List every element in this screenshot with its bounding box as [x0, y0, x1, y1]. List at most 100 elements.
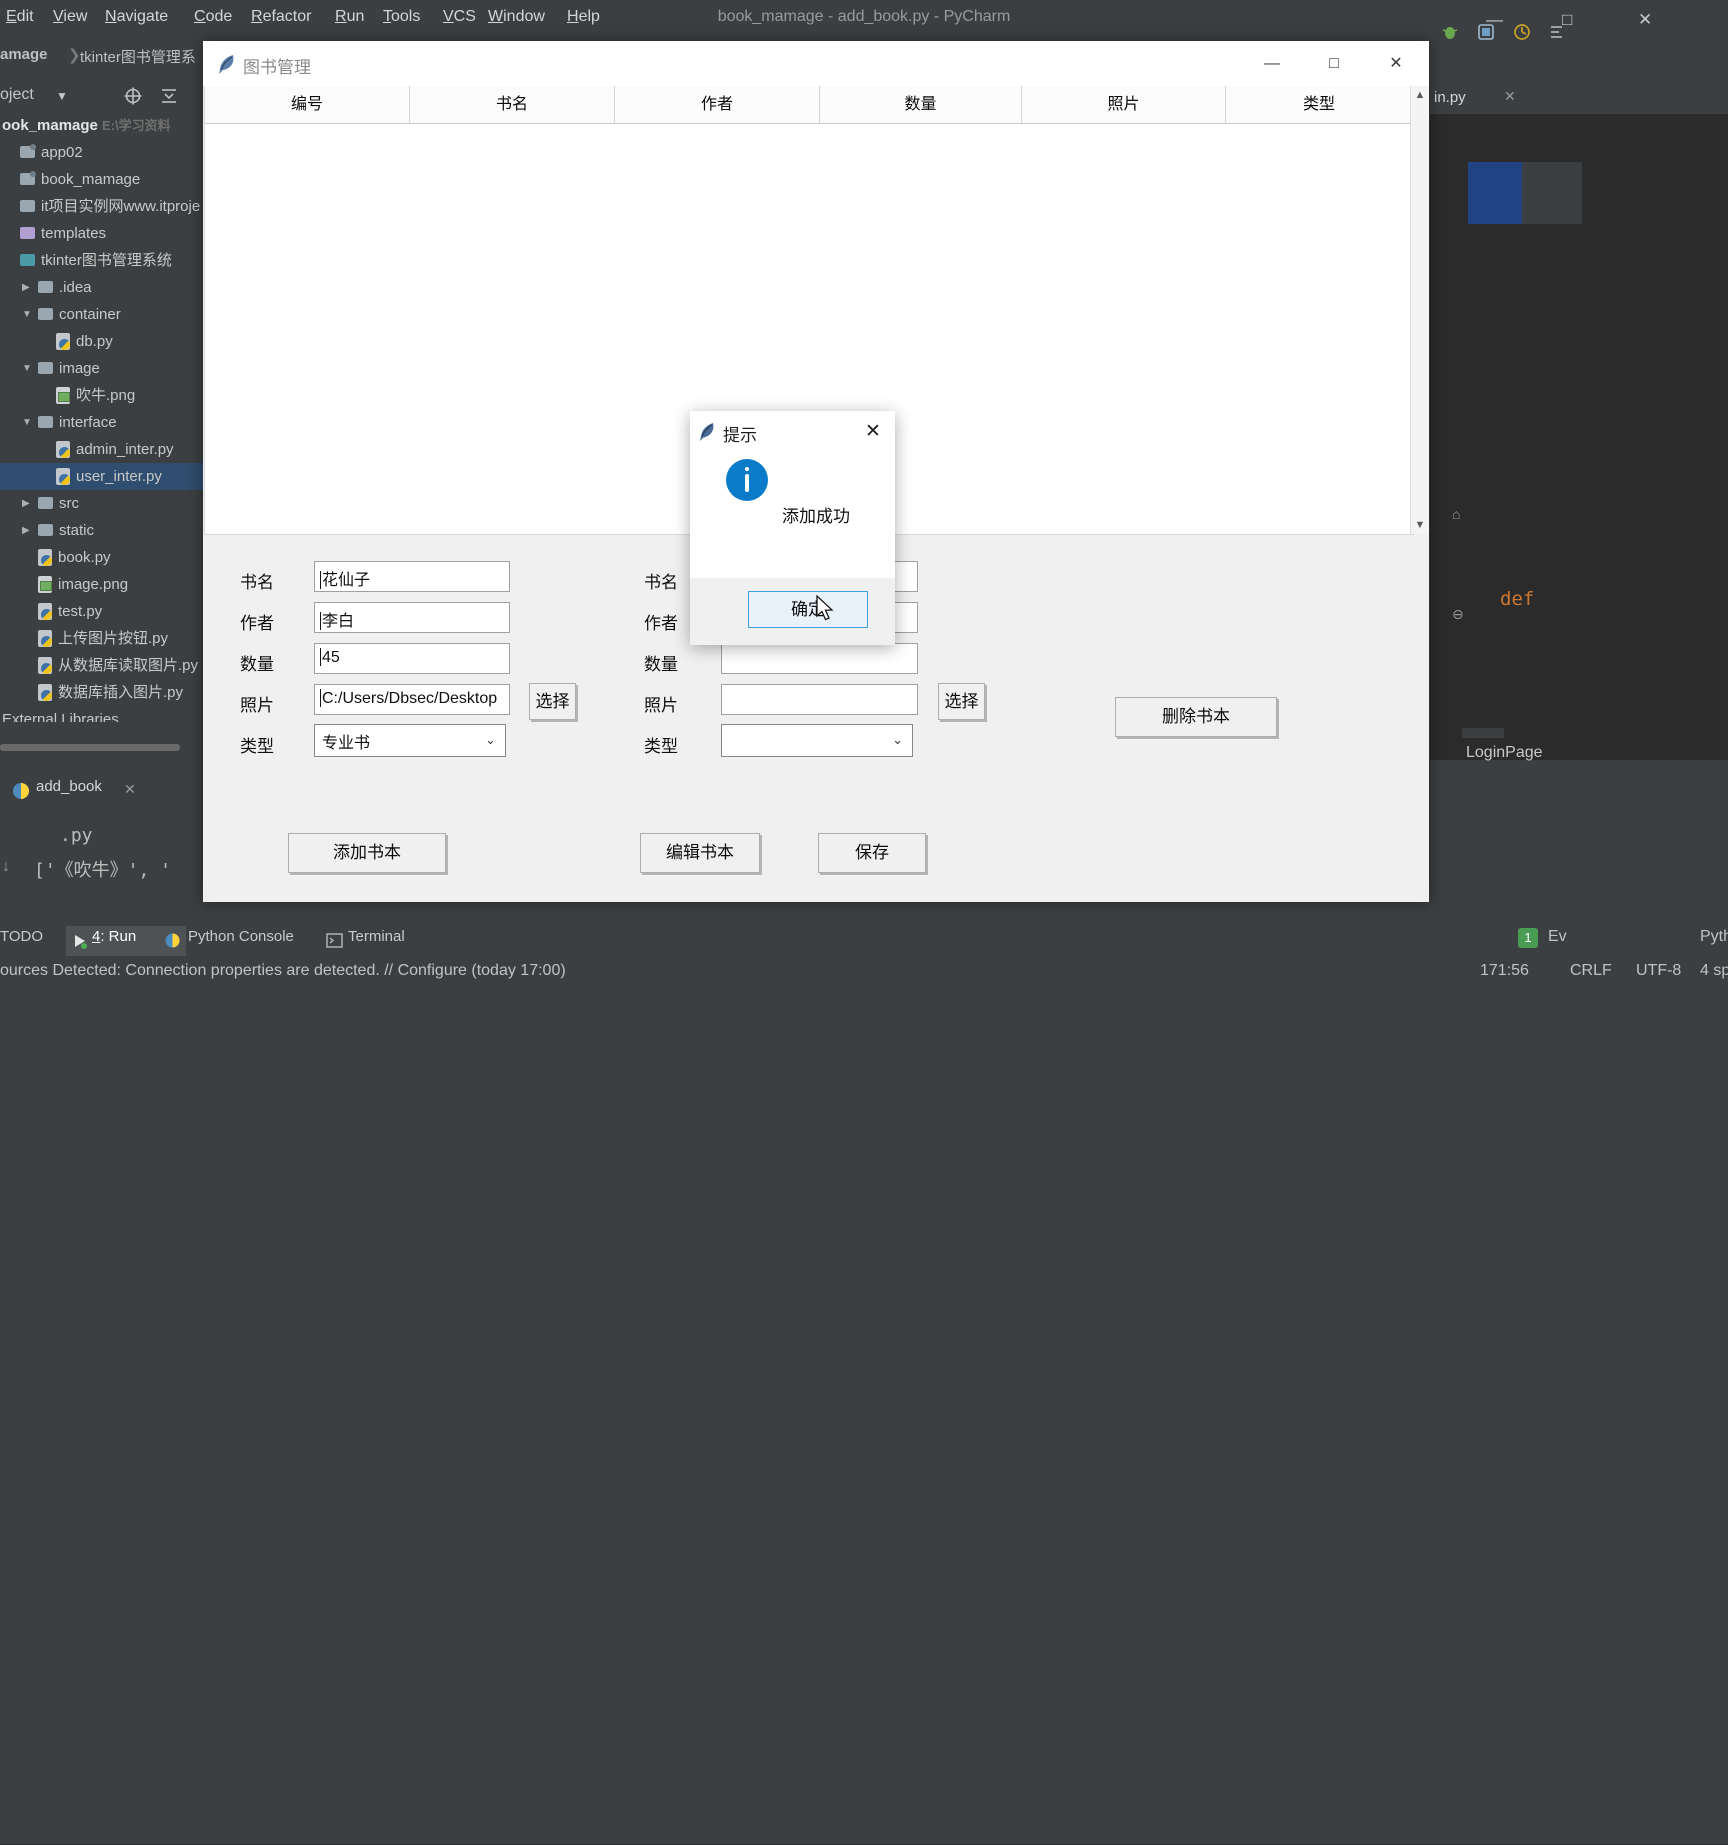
breakpoint-icon[interactable]: ⊖	[1452, 606, 1464, 623]
status-caret-position[interactable]: 171:56	[1480, 962, 1529, 980]
column-header-5[interactable]: 类型	[1226, 86, 1413, 123]
scroll-down-icon[interactable]: ▼	[1411, 516, 1429, 534]
tree-item-10[interactable]: 吹牛.png	[0, 382, 203, 409]
tool-tab-todo[interactable]: TODO	[0, 928, 43, 945]
tk-title-bar[interactable]: 图书管理 — □ ✕	[203, 41, 1429, 87]
status-message[interactable]: ources Detected: Connection properties a…	[0, 962, 566, 980]
tree-twisty-icon[interactable]: ▼	[22, 355, 32, 382]
event-log-label[interactable]: Ev	[1548, 928, 1567, 946]
project-panel-title[interactable]: oject	[0, 86, 34, 104]
tool-tab-run[interactable]: 4: Run	[92, 928, 136, 945]
tree-item-0[interactable]: ook_mamage E:\学习资料	[0, 112, 203, 139]
structure-item-loginpage[interactable]: LoginPage	[1466, 744, 1543, 762]
tree-twisty-icon[interactable]: ▶	[22, 490, 30, 517]
tree-item-12[interactable]: admin_inter.py	[0, 436, 203, 463]
event-count-badge[interactable]: 1	[1518, 928, 1538, 948]
editor-code-area[interactable]: def ⌂ ⊖	[1430, 114, 1728, 760]
tool-tab-terminal[interactable]: Terminal	[348, 928, 405, 945]
collapse-all-icon[interactable]	[159, 86, 179, 106]
profiler-icon[interactable]	[1512, 22, 1532, 42]
coverage-icon[interactable]	[1476, 22, 1496, 42]
book-table-scrollbar[interactable]: ▲ ▼	[1410, 86, 1429, 534]
column-header-2[interactable]: 作者	[615, 86, 820, 123]
tree-twisty-icon[interactable]: ▶	[22, 274, 30, 301]
tree-twisty-icon[interactable]: ▶	[22, 517, 30, 544]
chevron-down-icon[interactable]: ⌄	[485, 732, 496, 748]
console-scroll-icon[interactable]: ↓	[2, 858, 10, 876]
tree-item-4[interactable]: templates	[0, 220, 203, 247]
window-close-button[interactable]: ✕	[1638, 10, 1652, 30]
combo-right-type[interactable]: ⌄	[721, 724, 913, 757]
tree-item-16[interactable]: book.py	[0, 544, 203, 571]
column-header-1[interactable]: 书名	[410, 86, 615, 123]
project-tree-scrollbar[interactable]	[0, 744, 180, 751]
delete-book-button[interactable]: 删除书本	[1115, 697, 1277, 737]
tree-item-label: app02	[41, 139, 83, 166]
breadcrumb-item-1[interactable]: tkinter图书管理系	[80, 46, 196, 67]
input-right-count[interactable]	[721, 643, 918, 674]
input-right-photo[interactable]	[721, 684, 918, 715]
tree-item-17[interactable]: image.png	[0, 571, 203, 598]
tree-item-3[interactable]: it项目实例网www.itproje	[0, 193, 203, 220]
tool-tab-python-console[interactable]: Python Console	[188, 928, 294, 945]
tree-item-1[interactable]: app02	[0, 139, 203, 166]
choose-photo-button-right[interactable]: 选择	[938, 683, 985, 720]
dialog-title-bar[interactable]: 提示 ✕	[690, 411, 895, 454]
breadcrumb-item-0[interactable]: amage	[0, 46, 48, 63]
tree-twisty-icon[interactable]: ▼	[22, 301, 32, 328]
status-indent[interactable]: 4 spaces	[1700, 962, 1728, 980]
input-left-author[interactable]: 李白	[314, 602, 510, 633]
column-header-0[interactable]: 编号	[205, 86, 410, 123]
dialog-close-icon[interactable]: ✕	[859, 419, 887, 445]
tree-item-9[interactable]: ▼image	[0, 355, 203, 382]
input-left-title[interactable]: 花仙子	[314, 561, 510, 592]
status-encoding[interactable]: UTF-8	[1636, 962, 1681, 980]
tree-item-7[interactable]: ▼container	[0, 301, 203, 328]
tree-item-8[interactable]: db.py	[0, 328, 203, 355]
dialog-ok-button[interactable]: 确定	[748, 591, 868, 628]
tree-item-18[interactable]: test.py	[0, 598, 203, 625]
chevron-down-icon[interactable]: ▼	[56, 89, 68, 103]
tree-item-22[interactable]: External Libraries	[0, 706, 203, 722]
run-tool-icon[interactable]	[1548, 22, 1568, 42]
tk-maximize-button[interactable]: □	[1303, 41, 1365, 86]
tree-item-6[interactable]: ▶.idea	[0, 274, 203, 301]
tree-item-5[interactable]: tkinter图书管理系统	[0, 247, 203, 274]
console-output: .py ['《吹牛》', '	[0, 818, 203, 888]
column-header-3[interactable]: 数量	[820, 86, 1022, 123]
editor-tab-login[interactable]: in.py	[1434, 85, 1466, 111]
tree-item-13[interactable]: user_inter.py	[0, 463, 203, 490]
python-file-icon	[38, 549, 52, 566]
run-tab-add-book[interactable]: add_book	[36, 778, 102, 795]
tree-item-11[interactable]: ▼interface	[0, 409, 203, 436]
bookmark-icon[interactable]: ⌂	[1452, 506, 1460, 522]
add-book-button[interactable]: 添加书本	[288, 833, 446, 873]
edit-book-button[interactable]: 编辑书本	[640, 833, 760, 873]
project-tree[interactable]: ook_mamage E:\学习资料app02book_mamageit项目实例…	[0, 112, 203, 722]
scroll-up-icon[interactable]: ▲	[1411, 86, 1429, 104]
column-header-4[interactable]: 照片	[1022, 86, 1226, 123]
tree-item-20[interactable]: 从数据库读取图片.py	[0, 652, 203, 679]
chevron-down-icon[interactable]: ⌄	[892, 732, 903, 748]
tree-item-21[interactable]: 数据库插入图片.py	[0, 679, 203, 706]
status-line-separator[interactable]: CRLF	[1570, 962, 1612, 980]
tk-close-button[interactable]: ✕	[1365, 41, 1427, 86]
input-left-photo[interactable]: C:/Users/Dbsec/Desktop	[314, 684, 510, 715]
tree-item-label: test.py	[58, 598, 102, 625]
tree-item-15[interactable]: ▶static	[0, 517, 203, 544]
tk-minimize-button[interactable]: —	[1241, 41, 1303, 86]
status-interpreter[interactable]: Python 3	[1700, 928, 1728, 946]
input-left-count[interactable]: 45	[314, 643, 510, 674]
save-button[interactable]: 保存	[818, 833, 926, 873]
tree-item-14[interactable]: ▶src	[0, 490, 203, 517]
editor-tab-close-icon[interactable]: ✕	[1504, 88, 1516, 105]
tree-twisty-icon[interactable]: ▼	[22, 409, 32, 436]
run-tab-close-icon[interactable]: ✕	[124, 781, 136, 798]
debug-icon[interactable]	[1440, 22, 1460, 42]
choose-photo-button-left[interactable]: 选择	[529, 683, 576, 720]
crosshair-icon[interactable]	[123, 86, 143, 106]
tree-item-19[interactable]: 上传图片按钮.py	[0, 625, 203, 652]
combo-left-type[interactable]: 专业书⌄	[314, 724, 506, 757]
tree-item-2[interactable]: book_mamage	[0, 166, 203, 193]
label-right-author: 作者	[644, 609, 678, 634]
